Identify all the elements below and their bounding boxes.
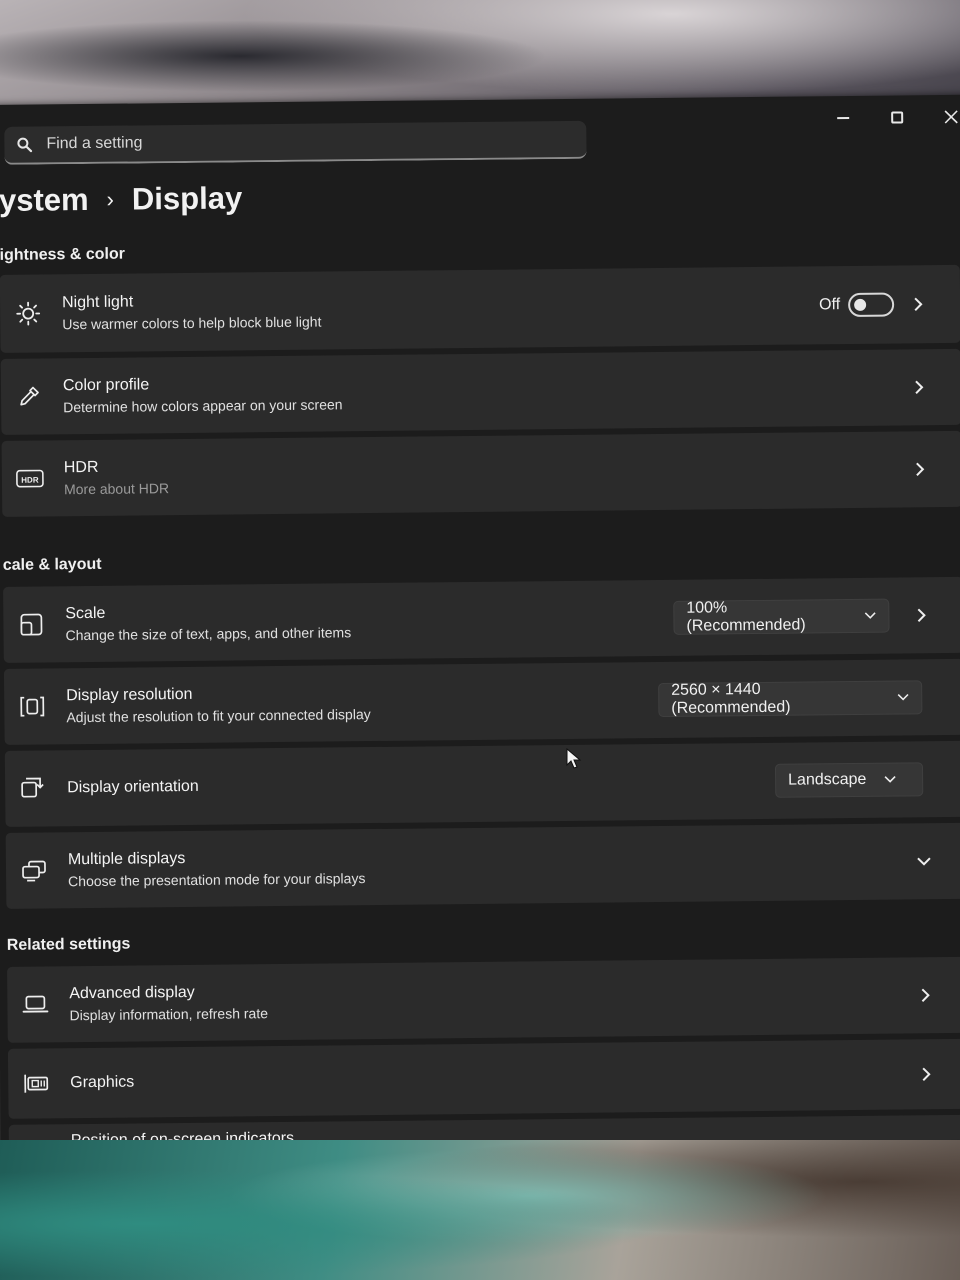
chevron-right-icon[interactable]	[916, 1064, 936, 1084]
close-button[interactable]	[937, 103, 960, 131]
wallpaper-bottom	[0, 1140, 960, 1280]
search-icon	[17, 137, 33, 153]
settings-window: Find a setting ystem › Display ightness …	[0, 94, 960, 1150]
breadcrumb-system[interactable]: ystem	[0, 182, 89, 219]
hdr-card[interactable]: HDR HDR More about HDR	[1, 430, 960, 517]
scale-title: Scale	[65, 604, 106, 623]
night-light-title: Night light	[61, 293, 134, 312]
chevron-right-icon[interactable]	[910, 459, 930, 479]
breadcrumb-separator: ›	[106, 186, 115, 212]
display-orientation-card[interactable]: Display orientation Landscape	[4, 740, 960, 827]
resolution-title: Display resolution	[66, 685, 193, 705]
mouse-cursor-icon	[566, 747, 582, 775]
brightness-icon	[14, 299, 42, 327]
section-scale-layout: cale & layout	[2, 555, 102, 574]
advanced-display-title: Advanced display	[69, 983, 195, 1003]
window-controls	[829, 103, 960, 132]
chevron-right-icon[interactable]	[915, 985, 935, 1005]
section-brightness-color: ightness & color	[0, 245, 126, 264]
scale-card[interactable]: Scale Change the size of text, apps, and…	[3, 576, 960, 663]
scale-subtitle: Change the size of text, apps, and other…	[65, 624, 352, 644]
maximize-button[interactable]	[883, 103, 911, 131]
multiple-displays-card[interactable]: Multiple displays Choose the presentatio…	[5, 822, 960, 909]
night-light-subtitle: Use warmer colors to help block blue lig…	[62, 313, 322, 333]
color-profile-subtitle: Determine how colors appear on your scre…	[63, 396, 343, 416]
night-light-state: Off	[819, 296, 841, 314]
display-resolution-card[interactable]: Display resolution Adjust the resolution…	[3, 658, 960, 745]
orientation-title: Display orientation	[67, 777, 199, 797]
multiple-displays-subtitle: Choose the presentation mode for your di…	[68, 870, 366, 890]
section-related-settings: Related settings	[6, 935, 131, 954]
graphics-card-icon	[22, 1069, 50, 1097]
chevron-right-icon[interactable]	[908, 294, 928, 314]
color-profile-title: Color profile	[62, 376, 150, 395]
toggle-knob	[854, 298, 867, 311]
chevron-right-icon[interactable]	[911, 605, 931, 625]
close-icon	[944, 110, 958, 124]
eyedropper-icon	[15, 382, 43, 410]
color-profile-card[interactable]: Color profile Determine how colors appea…	[0, 348, 960, 435]
resolution-dropdown[interactable]: 2560 × 1440 (Recommended)	[658, 680, 923, 718]
hdr-title: HDR	[63, 458, 99, 477]
orientation-icon	[19, 774, 47, 802]
hdr-icon-text: HDR	[21, 476, 39, 485]
multiple-displays-icon	[20, 856, 48, 884]
maximize-icon	[891, 111, 904, 124]
search-input[interactable]: Find a setting	[46, 134, 142, 153]
chevron-down-icon[interactable]	[914, 851, 934, 871]
resolution-icon	[18, 692, 46, 720]
resolution-subtitle: Adjust the resolution to fit your connec…	[66, 706, 371, 726]
page-title: Display	[131, 180, 243, 217]
chevron-down-icon	[865, 612, 876, 619]
resolution-value: 2560 × 1440 (Recommended)	[671, 680, 791, 717]
chevron-right-icon[interactable]	[909, 377, 929, 397]
graphics-title: Graphics	[70, 1073, 135, 1092]
orientation-dropdown[interactable]: Landscape	[774, 762, 924, 798]
orientation-value: Landscape	[788, 770, 867, 789]
chevron-down-icon	[897, 693, 909, 701]
advanced-display-subtitle: Display information, refresh rate	[69, 1005, 269, 1024]
breadcrumb: ystem › Display	[0, 180, 242, 219]
laptop-icon	[21, 990, 49, 1018]
multiple-displays-title: Multiple displays	[67, 849, 186, 869]
hdr-icon: HDR	[16, 464, 44, 492]
scale-dropdown[interactable]: 100% (Recommended)	[673, 598, 890, 635]
scale-value: 100% (Recommended)	[686, 599, 806, 635]
graphics-card[interactable]: Graphics	[7, 1038, 960, 1119]
hdr-link[interactable]: More about HDR	[64, 480, 169, 497]
chevron-down-icon	[884, 775, 896, 783]
minimize-icon	[837, 117, 850, 120]
minimize-button[interactable]	[829, 104, 857, 132]
night-light-card[interactable]: Night light Use warmer colors to help bl…	[0, 264, 960, 353]
search-box[interactable]: Find a setting	[4, 120, 587, 165]
night-light-toggle[interactable]	[848, 292, 895, 318]
advanced-display-card[interactable]: Advanced display Display information, re…	[7, 956, 960, 1043]
scale-icon	[17, 610, 45, 638]
